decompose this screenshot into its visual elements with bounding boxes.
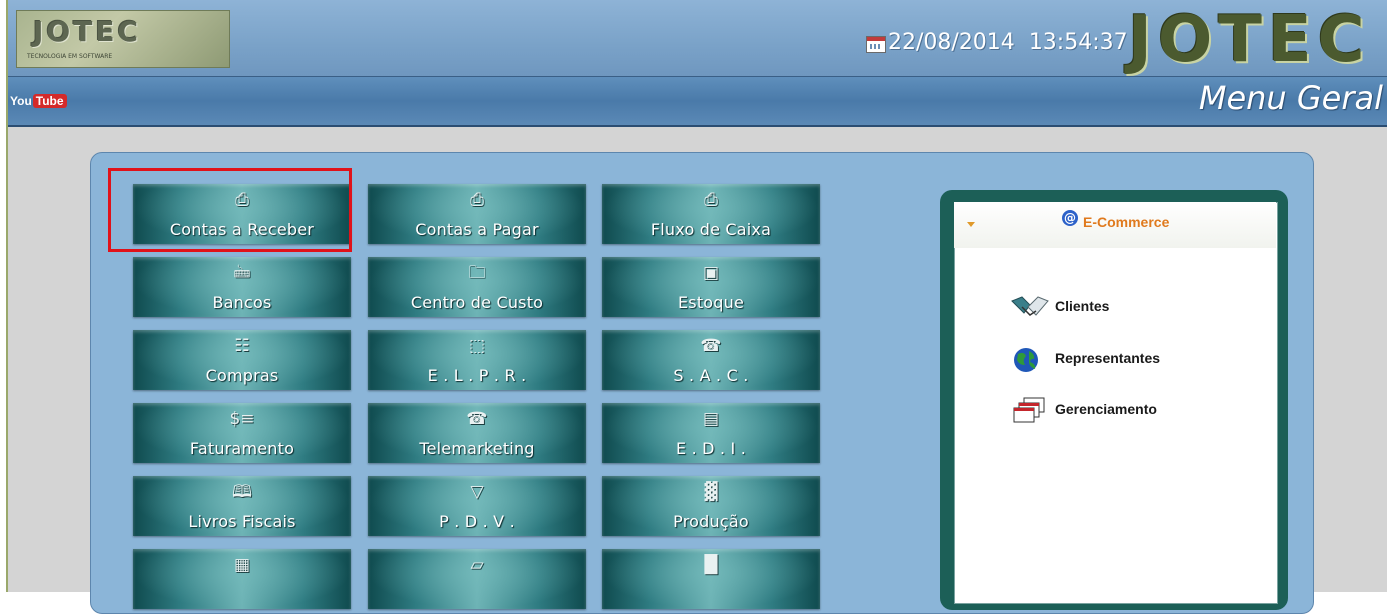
page-title: Menu Geral	[1198, 79, 1383, 117]
tile-label: P . D . V .	[439, 512, 515, 531]
tile-label: Centro de Custo	[410, 293, 544, 312]
tile-contas-a-receber[interactable]: ⎙ Contas a Receber	[133, 184, 351, 244]
calculator-icon: ▦	[233, 555, 251, 575]
invoice-icon: $≡	[229, 409, 255, 429]
time-text: 13:54:37	[1028, 30, 1128, 55]
tile-label: Bancos	[212, 293, 272, 312]
tile-label: Compras	[205, 366, 279, 385]
tile-label: Telemarketing	[419, 439, 535, 458]
tile-contas-a-pagar[interactable]: ⎙ Contas a Pagar	[368, 184, 586, 244]
pos-icon: ▽	[470, 482, 484, 502]
tile-telemarketing[interactable]: ☎ Telemarketing	[368, 403, 586, 463]
ecommerce-item-label: Clientes	[1055, 298, 1110, 314]
at-sign-icon: @	[1062, 210, 1078, 226]
tile-label: Faturamento	[189, 439, 295, 458]
tile-faturamento[interactable]: $≡ Faturamento	[133, 403, 351, 463]
printer-icon: ⎙	[235, 190, 249, 210]
tile-label: S . A . C .	[673, 366, 749, 385]
folder-icon: 🗀	[468, 263, 486, 283]
handshake-icon	[1011, 296, 1049, 316]
tile-estoque[interactable]: ▣ Estoque	[602, 257, 820, 317]
youtube-tube: Tube	[32, 94, 67, 108]
tile-row6-col2[interactable]: ▱	[368, 549, 586, 609]
youtube-link[interactable]: You Tube	[10, 94, 67, 110]
tile-row6-col3[interactable]: ▐▌	[602, 549, 820, 609]
jotec-logo: JOTEC TECNOLOGIA EM SOFTWARE	[16, 10, 230, 68]
tile-livros-fiscais[interactable]: 🕮 Livros Fiscais	[133, 476, 351, 536]
printer-icon: ⎙	[704, 190, 718, 210]
tile-label: Contas a Pagar	[415, 220, 539, 239]
tile-producao[interactable]: ▓ Produção	[602, 476, 820, 536]
windows-icon	[1013, 397, 1045, 423]
ecommerce-item-label: Representantes	[1055, 350, 1161, 366]
ecommerce-item-label: Gerenciamento	[1055, 401, 1157, 417]
tile-label: Fluxo de Caixa	[650, 220, 772, 239]
cart-icon: ☷	[234, 336, 250, 356]
tile-centro-de-custo[interactable]: 🗀 Centro de Custo	[368, 257, 586, 317]
tile-compras[interactable]: ☷ Compras	[133, 330, 351, 390]
tile-label: Contas a Receber	[169, 220, 315, 239]
tile-label: Produção	[673, 512, 749, 531]
date-text: 22/08/2014	[888, 30, 1015, 55]
tile-edi[interactable]: ▤ E . D . I .	[602, 403, 820, 463]
tile-bancos[interactable]: 🖮 Bancos	[133, 257, 351, 317]
box-icon: ▣	[702, 263, 720, 283]
phone-icon: ☎	[700, 336, 722, 356]
tile-label: E . D . I .	[675, 439, 747, 458]
chevron-down-icon[interactable]	[967, 222, 975, 227]
tile-sac[interactable]: ☎ S . A . C .	[602, 330, 820, 390]
tile-fluxo-de-caixa[interactable]: ⎙ Fluxo de Caixa	[602, 184, 820, 244]
telephone-icon: ☎	[466, 409, 488, 429]
building-icon: ▐▌	[697, 555, 725, 575]
tile-label: Livros Fiscais	[188, 512, 296, 531]
tile-pdv[interactable]: ▽ P . D . V .	[368, 476, 586, 536]
datetime-display: 22/08/2014 13:54:37	[888, 30, 1128, 55]
globe-icon	[1014, 348, 1038, 372]
network-icon: ⬚	[468, 336, 486, 356]
brand-logo-large: JOTEC	[1128, 3, 1371, 77]
ecommerce-title: E-Commerce	[1083, 214, 1170, 230]
logo-text: JOTEC	[33, 15, 141, 48]
youtube-you: You	[10, 94, 32, 108]
factory-icon: ▓	[704, 482, 718, 502]
tile-row6-col1[interactable]: ▦	[133, 549, 351, 609]
tile-elpr[interactable]: ⬚ E . L . P . R .	[368, 330, 586, 390]
tile-label: Estoque	[677, 293, 745, 312]
edi-icon: ▤	[702, 409, 720, 429]
title-bar: You Tube Menu Geral	[8, 77, 1387, 127]
books-icon: 🕮	[231, 482, 253, 502]
tile-label: E . L . P . R .	[427, 366, 527, 385]
document-icon: ▱	[470, 555, 484, 575]
bank-icon: 🖮	[233, 263, 251, 283]
printer-icon: ⎙	[470, 190, 484, 210]
logo-subtitle: TECNOLOGIA EM SOFTWARE	[27, 53, 113, 60]
calendar-icon	[866, 36, 886, 53]
